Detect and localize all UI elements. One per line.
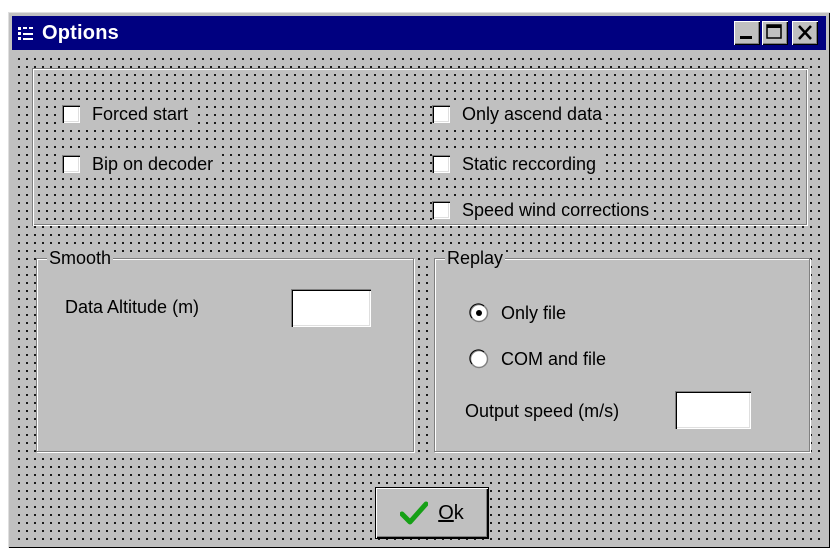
radio-selected-icon bbox=[469, 303, 489, 323]
maximize-button[interactable] bbox=[762, 21, 788, 45]
radio-label: COM and file bbox=[501, 348, 607, 369]
ok-button-label: Ok bbox=[438, 502, 464, 525]
title-bar[interactable]: Options bbox=[12, 16, 826, 50]
checkmark-icon bbox=[400, 501, 429, 525]
smooth-group: Smooth Data Altitude (m) bbox=[36, 247, 414, 452]
minimize-icon bbox=[740, 36, 752, 39]
only-file-radio[interactable]: Only file bbox=[469, 301, 566, 325]
close-icon bbox=[798, 25, 812, 40]
close-button[interactable] bbox=[792, 21, 818, 45]
only-ascend-data-checkbox[interactable]: Only ascend data bbox=[432, 102, 607, 126]
ok-button[interactable]: Ok bbox=[376, 488, 488, 538]
checkbox-box[interactable] bbox=[62, 155, 80, 173]
output-speed-input[interactable] bbox=[675, 391, 751, 429]
minimize-button[interactable] bbox=[734, 21, 760, 45]
options-window: Options Forced start Bip on decoder Only… bbox=[8, 12, 830, 548]
checkbox-box[interactable] bbox=[432, 155, 450, 173]
replay-legend: Replay bbox=[445, 247, 506, 269]
bip-on-decoder-checkbox[interactable]: Bip on decoder bbox=[62, 152, 218, 176]
replay-group: Replay Only file COM and file Output spe… bbox=[434, 247, 810, 452]
checkbox-label: Static reccording bbox=[462, 153, 597, 174]
ok-rest: k bbox=[453, 501, 464, 524]
checkbox-box[interactable] bbox=[432, 105, 450, 123]
radio-unselected-icon bbox=[469, 349, 489, 369]
checkbox-box[interactable] bbox=[432, 201, 450, 219]
checkbox-label: Speed wind corrections bbox=[462, 199, 650, 220]
checkbox-label: Forced start bbox=[92, 103, 189, 124]
forced-start-checkbox[interactable]: Forced start bbox=[62, 102, 193, 126]
data-altitude-input[interactable] bbox=[291, 289, 371, 327]
checkbox-box[interactable] bbox=[62, 105, 80, 123]
client-area: Forced start Bip on decoder Only ascend … bbox=[12, 52, 826, 544]
checkbox-label: Bip on decoder bbox=[92, 153, 214, 174]
static-recording-checkbox[interactable]: Static reccording bbox=[432, 152, 601, 176]
speed-wind-corrections-checkbox[interactable]: Speed wind corrections bbox=[432, 198, 654, 222]
options-panel: Forced start Bip on decoder Only ascend … bbox=[32, 68, 808, 226]
data-altitude-label: Data Altitude (m) bbox=[65, 297, 200, 317]
smooth-legend: Smooth bbox=[47, 247, 114, 269]
com-and-file-radio[interactable]: COM and file bbox=[469, 347, 606, 371]
ok-mnemonic: O bbox=[438, 501, 454, 524]
radio-label: Only file bbox=[501, 302, 567, 323]
window-title: Options bbox=[42, 22, 119, 44]
app-icon bbox=[17, 25, 35, 41]
output-speed-label: Output speed (m/s) bbox=[465, 401, 620, 421]
checkbox-label: Only ascend data bbox=[462, 103, 603, 124]
maximize-icon bbox=[766, 24, 782, 39]
